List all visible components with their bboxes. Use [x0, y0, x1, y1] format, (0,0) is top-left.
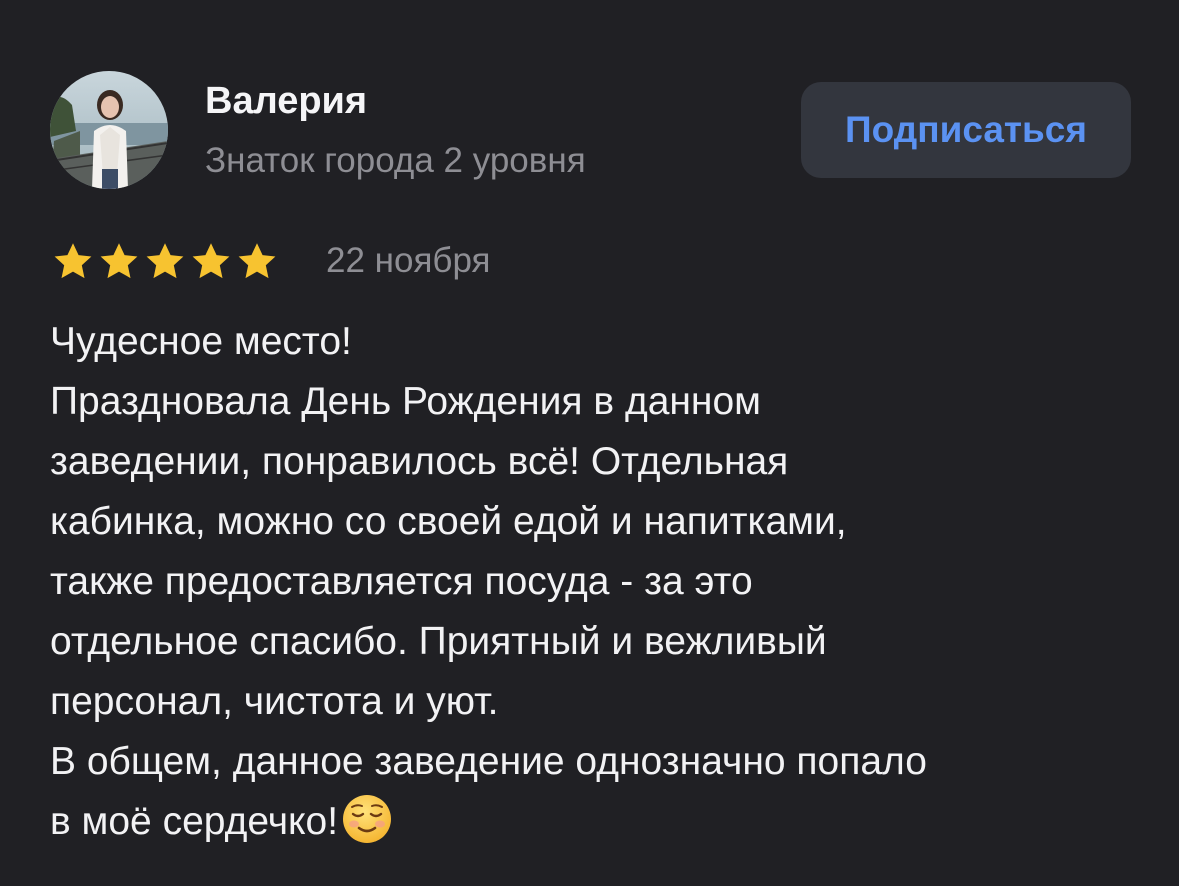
review-line-text: в моё сердечко!	[50, 800, 339, 843]
review-line: Праздновала День Рождения в данном	[50, 380, 761, 423]
review-line: заведении, понравилось всё! Отдельная	[50, 440, 789, 483]
star-rating	[50, 237, 280, 287]
star-icon	[192, 243, 230, 279]
star-icon	[146, 243, 184, 279]
review-line: В общем, данное заведение однозначно поп…	[50, 740, 927, 783]
review-line: отдельное спасибо. Приятный и вежливый	[50, 620, 827, 663]
review-line: кабинка, можно со своей едой и напитками…	[50, 500, 847, 543]
author-status: Знаток города 2 уровня	[205, 141, 586, 180]
star-icon	[100, 243, 138, 279]
star-icon	[238, 243, 276, 279]
avatar[interactable]	[50, 71, 168, 189]
smiling-face-icon	[343, 795, 392, 843]
review-line: персонал, чистота и уют.	[50, 680, 499, 723]
review-line: также предоставляется посуда - за это	[50, 560, 753, 603]
review-last-line: в моё сердечко!	[50, 792, 1150, 852]
subscribe-button[interactable]: Подписаться	[801, 82, 1131, 178]
star-icon	[54, 243, 92, 279]
review-date: 22 ноября	[326, 241, 491, 280]
user-photo-icon	[50, 71, 168, 189]
review-line: Чудесное место!	[50, 320, 352, 363]
author-name[interactable]: Валерия	[205, 78, 367, 124]
review-card: Валерия Знаток города 2 уровня Подписать…	[0, 0, 1179, 886]
review-text: Чудесное место! Праздновала День Рождени…	[50, 312, 1150, 852]
